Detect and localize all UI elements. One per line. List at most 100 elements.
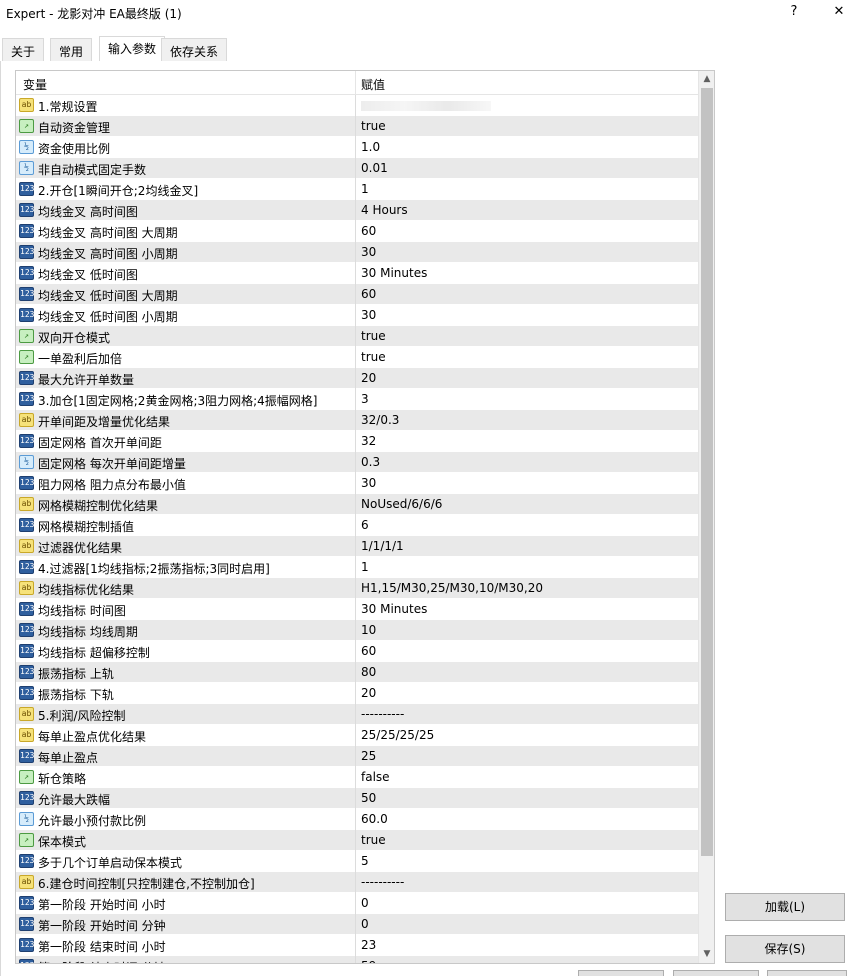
parameter-row[interactable]: 123 振荡指标 下轨 20 — [16, 683, 698, 704]
parameter-row[interactable]: 123 均线金叉 低时间图 大周期 60 — [16, 284, 698, 305]
parameter-value[interactable]: NoUsed/6/6/6 — [361, 497, 442, 511]
parameter-row[interactable]: 123 均线指标 超偏移控制 60 — [16, 641, 698, 662]
parameter-value[interactable]: 5 — [361, 854, 369, 868]
parameter-value[interactable]: 25/25/25/25 — [361, 728, 434, 742]
parameter-row[interactable]: 123 允许最大跌幅 50 — [16, 788, 698, 809]
parameter-value[interactable]: 4 Hours — [361, 203, 408, 217]
parameter-value[interactable]: 60 — [361, 224, 376, 238]
parameter-row[interactable]: ↗ 一单盈利后加倍 true — [16, 347, 698, 368]
parameter-value[interactable]: 23 — [361, 938, 376, 952]
column-header-variable[interactable]: 变量 — [23, 76, 47, 93]
parameter-value[interactable]: 60.0 — [361, 812, 388, 826]
parameter-value[interactable]: 20 — [361, 686, 376, 700]
parameter-row[interactable]: ab 开单间距及增量优化结果 32/0.3 — [16, 410, 698, 431]
scroll-down-arrow-icon[interactable]: ▼ — [699, 946, 714, 963]
parameter-value[interactable]: 30 Minutes — [361, 266, 427, 280]
tab-inputs[interactable]: 输入参数 — [99, 36, 166, 63]
parameter-row[interactable]: 123 最大允许开单数量 20 — [16, 368, 698, 389]
parameter-value[interactable]: 25 — [361, 749, 376, 763]
parameter-row[interactable]: ab 每单止盈点优化结果 25/25/25/25 — [16, 725, 698, 746]
parameter-value[interactable]: 32 — [361, 434, 376, 448]
parameter-value[interactable]: 60 — [361, 644, 376, 658]
parameter-row[interactable]: 123 4.过滤器[1均线指标;2振荡指标;3同时启用] 1 — [16, 557, 698, 578]
parameter-row[interactable]: ab 1.常规设置 — [16, 95, 698, 116]
parameter-row[interactable]: ↗ 双向开仓模式 true — [16, 326, 698, 347]
parameter-row[interactable]: ab 5.利润/风险控制 ---------- — [16, 704, 698, 725]
parameter-value[interactable]: ---------- — [361, 875, 404, 889]
column-header-value[interactable]: 赋值 — [361, 76, 385, 93]
parameter-row[interactable]: 123 均线金叉 高时间图 小周期 30 — [16, 242, 698, 263]
parameter-value[interactable]: 10 — [361, 623, 376, 637]
parameter-value[interactable]: 30 — [361, 476, 376, 490]
parameter-row[interactable]: 123 均线金叉 高时间图 大周期 60 — [16, 221, 698, 242]
parameter-row[interactable]: 123 阻力网格 阻力点分布最小值 30 — [16, 473, 698, 494]
parameter-row[interactable]: ½ 非自动模式固定手数 0.01 — [16, 158, 698, 179]
parameter-row[interactable]: 123 固定网格 首次开单间距 32 — [16, 431, 698, 452]
reset-button[interactable] — [767, 970, 847, 976]
help-button[interactable]: ? — [782, 4, 806, 24]
parameter-value[interactable]: 30 — [361, 245, 376, 259]
parameter-row[interactable]: 123 3.加仓[1固定网格;2黄金网格;3阻力网格;4振幅网格] 3 — [16, 389, 698, 410]
parameter-value[interactable]: 0.3 — [361, 455, 380, 469]
parameter-row[interactable]: 123 均线指标 均线周期 10 — [16, 620, 698, 641]
tab-dependencies[interactable]: 依存关系 — [161, 38, 228, 62]
parameter-row[interactable]: 123 第一阶段 开始时间 分钟 0 — [16, 914, 698, 935]
parameter-row[interactable]: 123 2.开仓[1瞬间开仓;2均线金叉] 1 — [16, 179, 698, 200]
parameter-value[interactable]: 0 — [361, 917, 369, 931]
parameter-row[interactable]: 123 多于几个订单启动保本模式 5 — [16, 851, 698, 872]
parameter-value[interactable]: 32/0.3 — [361, 413, 399, 427]
parameter-row[interactable]: 123 第一阶段 结束时间 分钟 59 — [16, 956, 698, 963]
column-separator[interactable] — [355, 71, 356, 95]
parameter-value[interactable]: 1 — [361, 560, 369, 574]
save-button[interactable]: 保存(S) — [725, 935, 845, 963]
parameter-value[interactable]: 60 — [361, 287, 376, 301]
parameter-row[interactable]: 123 每单止盈点 25 — [16, 746, 698, 767]
parameter-value[interactable]: 20 — [361, 371, 376, 385]
parameter-value[interactable]: true — [361, 119, 386, 133]
parameter-row[interactable]: ab 6.建仓时间控制[只控制建仓,不控制加仓] ---------- — [16, 872, 698, 893]
parameter-row[interactable]: 123 均线金叉 低时间图 30 Minutes — [16, 263, 698, 284]
parameter-value[interactable]: 3 — [361, 392, 369, 406]
parameter-value[interactable]: true — [361, 329, 386, 343]
parameter-row[interactable]: ab 均线指标优化结果 H1,15/M30,25/M30,10/M30,20 — [16, 578, 698, 599]
parameter-value[interactable]: 80 — [361, 665, 376, 679]
parameter-value[interactable]: true — [361, 833, 386, 847]
parameter-row[interactable]: ½ 允许最小预付款比例 60.0 — [16, 809, 698, 830]
parameter-row[interactable]: ½ 资金使用比例 1.0 — [16, 137, 698, 158]
parameter-value[interactable]: 6 — [361, 518, 369, 532]
scroll-up-arrow-icon[interactable]: ▲ — [699, 71, 714, 88]
parameter-row[interactable]: ½ 固定网格 每次开单间距增量 0.3 — [16, 452, 698, 473]
parameter-row[interactable]: 123 第一阶段 结束时间 小时 23 — [16, 935, 698, 956]
parameter-value[interactable]: H1,15/M30,25/M30,10/M30,20 — [361, 581, 543, 595]
parameter-row[interactable]: ↗ 自动资金管理 true — [16, 116, 698, 137]
parameter-row[interactable]: 123 第一阶段 开始时间 小时 0 — [16, 893, 698, 914]
parameter-row[interactable]: ↗ 保本模式 true — [16, 830, 698, 851]
parameter-value[interactable]: 59 — [361, 959, 376, 963]
parameter-value[interactable]: ---------- — [361, 707, 404, 721]
parameter-value[interactable]: 1.0 — [361, 140, 380, 154]
tab-about[interactable]: 关于 — [2, 38, 45, 62]
parameter-row[interactable]: 123 均线金叉 低时间图 小周期 30 — [16, 305, 698, 326]
close-button[interactable]: ✕ — [827, 4, 851, 24]
parameter-value[interactable]: 50 — [361, 791, 376, 805]
cancel-button[interactable] — [673, 970, 759, 976]
parameter-row[interactable]: ab 网格模糊控制优化结果 NoUsed/6/6/6 — [16, 494, 698, 515]
parameter-row[interactable]: 123 均线金叉 高时间图 4 Hours — [16, 200, 698, 221]
parameter-row[interactable]: 123 振荡指标 上轨 80 — [16, 662, 698, 683]
parameter-value[interactable]: 30 Minutes — [361, 602, 427, 616]
parameter-row[interactable]: 123 均线指标 时间图 30 Minutes — [16, 599, 698, 620]
scrollbar-thumb[interactable] — [701, 88, 713, 856]
ok-button[interactable] — [578, 970, 664, 976]
parameter-value[interactable]: 0.01 — [361, 161, 388, 175]
parameter-row[interactable]: ab 过滤器优化结果 1/1/1/1 — [16, 536, 698, 557]
parameter-row[interactable]: ↗ 斩仓策略 false — [16, 767, 698, 788]
vertical-scrollbar[interactable]: ▲ ▼ — [698, 71, 714, 963]
parameter-value[interactable]: 1 — [361, 182, 369, 196]
parameter-value[interactable]: 1/1/1/1 — [361, 539, 404, 553]
tab-common[interactable]: 常用 — [50, 38, 93, 62]
parameter-value[interactable]: 30 — [361, 308, 376, 322]
parameter-row[interactable]: 123 网格模糊控制插值 6 — [16, 515, 698, 536]
load-button[interactable]: 加载(L) — [725, 893, 845, 921]
parameter-value[interactable]: 0 — [361, 896, 369, 910]
parameter-value[interactable]: false — [361, 770, 390, 784]
